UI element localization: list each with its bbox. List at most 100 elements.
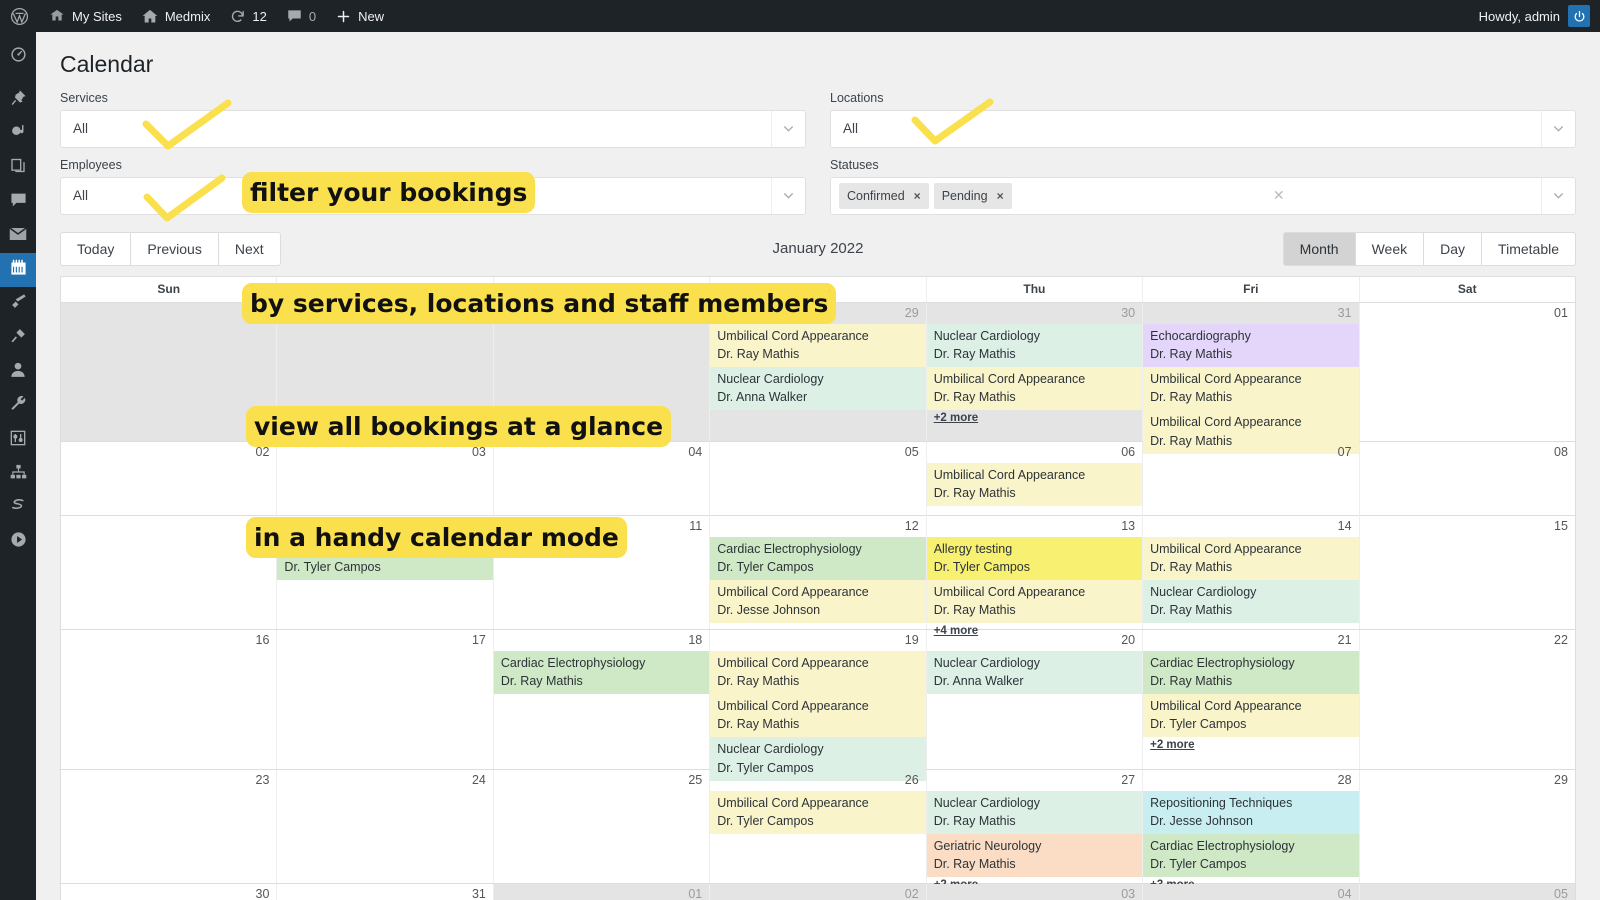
chevron-down-icon[interactable] (771, 110, 805, 147)
statuses-select[interactable]: Confirmed × Pending × ✕ (830, 176, 1576, 215)
calendar-day-cell[interactable]: 27 (276, 302, 493, 441)
updates-button[interactable]: 12 (220, 0, 276, 32)
sidebar-item-dashboard[interactable] (0, 40, 36, 74)
sidebar-item-calendar[interactable] (0, 253, 36, 287)
calendar-event[interactable]: Allergy testing Dr. Tyler Campos (926, 536, 1143, 581)
calendar-day-cell[interactable]: 18 Cardiac Electrophysiology Dr. Ray Mathi… (492, 629, 710, 769)
calendar-day-cell[interactable]: 14 Umbilical Cord Appearance Dr. Ray Mathi… (1142, 515, 1359, 629)
status-tag-confirmed[interactable]: Confirmed × (839, 182, 929, 209)
calendar-day-cell[interactable]: 28 (492, 302, 710, 441)
calendar-day-cell[interactable]: 04 (1142, 883, 1359, 900)
calendar-day-cell[interactable]: 30 Nuclear Cardiology Dr. Ray Mathis Umbili… (925, 302, 1143, 441)
sidebar-item-mail[interactable] (0, 219, 36, 253)
calendar-day-cell[interactable]: 28 Repositioning Techniques Dr. Jesse John… (1142, 769, 1359, 891)
close-icon[interactable]: × (914, 189, 921, 203)
calendar-event[interactable]: Umbilical Cord Appearance Dr. Ray Mathis (926, 462, 1143, 507)
calendar-day-cell[interactable]: 22 (1358, 629, 1575, 769)
employees-select[interactable]: All (60, 176, 806, 215)
calendar-day-cell[interactable]: 23 (61, 770, 276, 883)
my-sites-button[interactable]: My Sites (39, 0, 132, 32)
calendar-day-cell[interactable]: 02 (709, 883, 926, 900)
calendar-event[interactable]: Umbilical Cord Appearance Dr. Jesse Johns… (710, 580, 926, 624)
clear-statuses-icon[interactable]: ✕ (1266, 178, 1292, 214)
view-week-button[interactable]: Week (1354, 231, 1425, 266)
calendar-event[interactable]: Umbilical Cord Appearance Dr. Tyler Campo… (710, 790, 926, 835)
calendar-day-cell[interactable]: 24 (276, 769, 492, 883)
calendar-day-cell[interactable]: 25 (492, 769, 709, 883)
sidebar-item-plugins[interactable] (0, 321, 36, 355)
new-content-button[interactable]: New (326, 0, 394, 32)
calendar-day-cell[interactable]: 12 Cardiac Electrophysiology Dr. Tyler Cam… (709, 515, 926, 629)
calendar-day-cell[interactable]: 01 (492, 883, 710, 900)
sidebar-item-users[interactable] (0, 355, 36, 389)
sidebar-item-settings[interactable] (0, 423, 36, 457)
calendar-event[interactable]: Nuclear Cardiology Dr. Anna Walker (710, 367, 926, 411)
sidebar-item-media[interactable] (0, 117, 36, 151)
calendar-event[interactable]: Geriatric Neurology Dr. Ray Mathis (926, 834, 1143, 878)
calendar-day-cell[interactable]: 17 (276, 629, 492, 769)
calendar-day-cell[interactable]: 29 (1358, 769, 1575, 883)
calendar-day-cell[interactable]: 01 (1358, 302, 1575, 441)
logout-icon[interactable] (1568, 5, 1590, 27)
next-button[interactable]: Next (217, 231, 281, 266)
locations-select[interactable]: All (830, 109, 1576, 148)
wordpress-logo-button[interactable] (0, 0, 39, 32)
chevron-down-icon[interactable] (1540, 177, 1575, 214)
calendar-event[interactable]: Nuclear Cardiology Dr. Anna Walker (926, 650, 1143, 695)
calendar-event[interactable]: Repositioning Techniques Dr. Jesse Johnso… (1143, 790, 1359, 835)
more-events-link[interactable]: +2 more (1143, 737, 1201, 754)
calendar-day-cell[interactable]: 16 (61, 630, 276, 769)
calendar-event[interactable]: Umbilical Cord Appearance Dr. Tyler Campo… (1143, 694, 1359, 738)
site-name-button[interactable]: Medmix (132, 0, 221, 32)
calendar-day-cell[interactable]: 03 (925, 883, 1143, 900)
sidebar-item-pages[interactable] (0, 151, 36, 185)
calendar-day-cell[interactable]: 31 (276, 883, 492, 900)
calendar-event[interactable]: Cardiac Electrophysiology Dr. Ray Mathis (493, 650, 710, 695)
calendar-day-cell[interactable]: 15 (1358, 515, 1575, 629)
close-icon[interactable]: × (997, 189, 1004, 203)
calendar-day-cell[interactable]: 29 Umbilical Cord Appearance Dr. Ray Mathi… (709, 302, 926, 441)
today-button[interactable]: Today (60, 231, 132, 266)
calendar-day-cell[interactable]: 05 (1358, 883, 1575, 900)
calendar-day-cell[interactable]: 27 Nuclear Cardiology Dr. Ray Mathis Geriat… (925, 769, 1143, 891)
calendar-day-cell[interactable]: 31 Echocardiography Dr. Ray Mathis Umbilica… (1142, 302, 1359, 454)
previous-button[interactable]: Previous (130, 231, 219, 266)
calendar-day-cell[interactable]: 30 (61, 884, 276, 900)
comments-button[interactable]: 0 (277, 0, 326, 32)
calendar-event[interactable]: Cardiac Electrophysiology Dr. Tyler Campo… (277, 536, 493, 581)
view-month-button[interactable]: Month (1282, 231, 1356, 266)
sidebar-item-comments[interactable] (0, 185, 36, 219)
calendar-day-cell[interactable]: 10 Cardiac Electrophysiology Dr. Tyler Cam… (276, 515, 493, 629)
calendar-event[interactable]: Cardiac Electrophysiology Dr. Tyler Campo… (1143, 834, 1359, 878)
status-tag-pending[interactable]: Pending × (933, 182, 1012, 209)
calendar-day-cell[interactable]: 21 Cardiac Electrophysiology Dr. Ray Mathi… (1142, 629, 1359, 769)
sidebar-item-tools[interactable] (0, 389, 36, 423)
account-menu[interactable]: Howdy, admin (1479, 5, 1600, 27)
calendar-event[interactable]: Cardiac Electrophysiology Dr. Tyler Campo… (710, 536, 926, 581)
calendar-event[interactable]: Umbilical Cord Appearance Dr. Ray Mathis (1143, 536, 1359, 581)
calendar-event[interactable]: Umbilical Cord Appearance Dr. Ray Mathis (926, 367, 1143, 411)
sidebar-item-posts[interactable] (0, 83, 36, 117)
chevron-down-icon[interactable] (771, 177, 805, 214)
view-day-button[interactable]: Day (1423, 231, 1483, 266)
calendar-day-cell[interactable]: 13 Allergy testing Dr. Tyler Campos Umbilic… (925, 515, 1143, 637)
calendar-event[interactable]: Umbilical Cord Appearance Dr. Ray Mathis (926, 580, 1143, 624)
calendar-day-cell[interactable]: 26 (61, 302, 277, 441)
sidebar-item-appearance[interactable] (0, 287, 36, 321)
calendar-event[interactable]: Cardiac Electrophysiology Dr. Ray Mathis (1143, 650, 1359, 695)
calendar-event[interactable]: Nuclear Cardiology Dr. Ray Mathis (926, 323, 1143, 368)
calendar-day-cell[interactable]: 11 (492, 515, 709, 629)
calendar-event[interactable]: Umbilical Cord Appearance Dr. Ray Mathis (1143, 367, 1359, 411)
calendar-day-cell[interactable]: 09 (61, 516, 276, 629)
more-events-link[interactable]: +2 more (927, 410, 985, 427)
calendar-event[interactable]: Echocardiography Dr. Ray Mathis (1143, 323, 1359, 368)
calendar-day-cell[interactable]: 26 Umbilical Cord Appearance Dr. Tyler Cam… (709, 769, 926, 883)
sidebar-item-player[interactable] (0, 525, 36, 559)
calendar-event[interactable]: Nuclear Cardiology Dr. Ray Mathis (926, 790, 1143, 835)
calendar-day-cell[interactable]: 19 Umbilical Cord Appearance Dr. Ray Mathi… (709, 629, 926, 781)
calendar-event[interactable]: Umbilical Cord Appearance Dr. Ray Mathis (710, 694, 926, 738)
calendar-event[interactable]: Nuclear Cardiology Dr. Ray Mathis (1143, 580, 1359, 624)
chevron-down-icon[interactable] (1541, 110, 1575, 147)
view-timetable-button[interactable]: Timetable (1481, 231, 1576, 266)
services-select[interactable]: All (60, 109, 806, 148)
